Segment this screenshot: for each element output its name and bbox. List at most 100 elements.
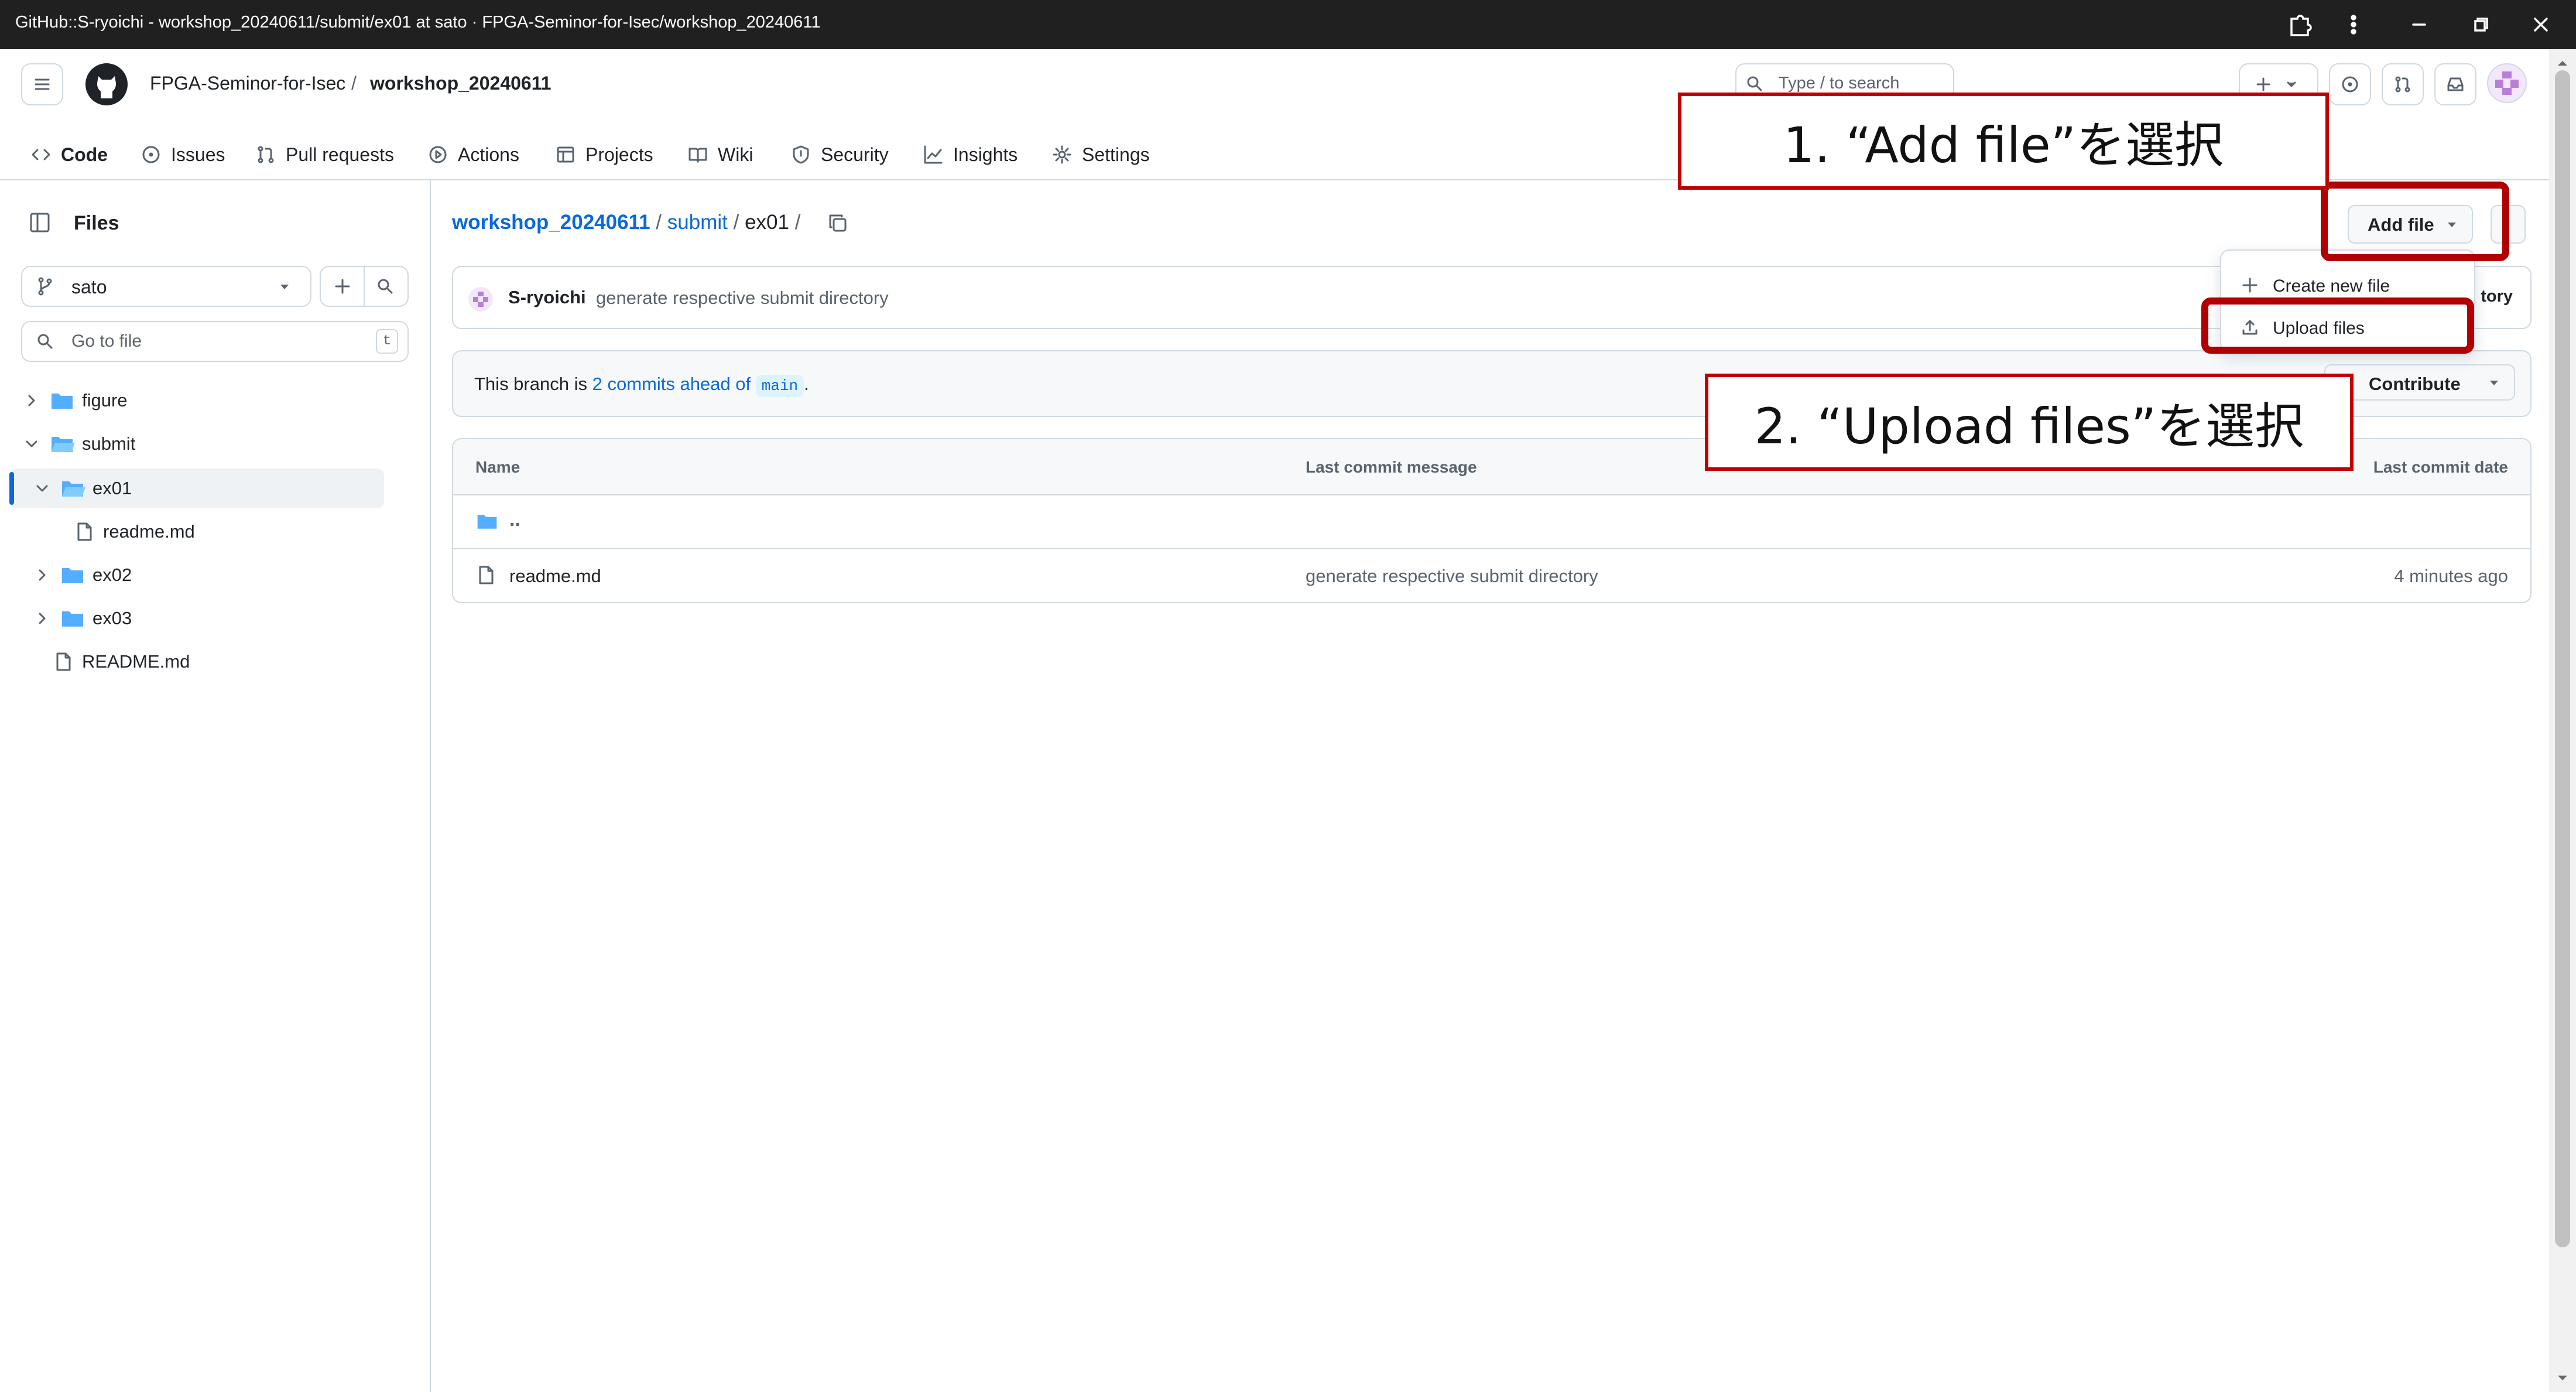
- breadcrumb-submit-link[interactable]: submit: [667, 211, 728, 234]
- plus-icon: [2242, 278, 2258, 293]
- tree-label: submit: [82, 433, 136, 454]
- tab-security[interactable]: Security: [790, 131, 889, 178]
- commit-message[interactable]: generate respective submit directory: [596, 288, 889, 309]
- annotation-frame-add-file: [2321, 182, 2509, 261]
- branch-notice-text: This branch is 2 commits ahead of main.: [474, 374, 809, 397]
- tab-pull-requests[interactable]: Pull requests: [255, 131, 394, 178]
- breadcrumb-separator: /: [351, 73, 357, 94]
- column-header-name: Name: [475, 458, 520, 476]
- more-menu-icon[interactable]: [2337, 8, 2370, 41]
- folder-open-icon: [52, 437, 75, 452]
- tab-actions-label: Actions: [458, 143, 519, 165]
- file-icon: [56, 652, 71, 671]
- commit-author-avatar[interactable]: [468, 287, 493, 312]
- window-title: GitHub::S-ryoichi - workshop_20240611/su…: [15, 13, 821, 32]
- restore-icon[interactable]: [2465, 8, 2498, 41]
- issues-header-button[interactable]: [2329, 63, 2371, 105]
- tab-settings[interactable]: Settings: [1051, 131, 1150, 178]
- branch-name: sato: [71, 276, 107, 297]
- folder-open-icon: [62, 481, 85, 497]
- avatar[interactable]: [2487, 63, 2527, 103]
- scrollbar-thumb[interactable]: [2555, 70, 2570, 1247]
- file-tree-sidebar: Files sato Go to file t figure submit ex…: [0, 180, 431, 1392]
- tree-folder-submit[interactable]: submit: [21, 426, 135, 461]
- add-file-sidebar-button[interactable]: [321, 267, 365, 306]
- chevron-down-icon: [36, 485, 48, 492]
- collapse-sidebar-icon[interactable]: [28, 211, 52, 234]
- parent-dir-link[interactable]: ..: [509, 508, 520, 531]
- folder-icon: [62, 611, 83, 627]
- extensions-icon[interactable]: [2283, 8, 2316, 41]
- tab-issues-label: Issues: [171, 143, 225, 165]
- shield-icon: [793, 145, 809, 164]
- scroll-up-icon: [2558, 61, 2567, 66]
- breadcrumb: workshop_20240611 / submit / ex01 /: [452, 211, 800, 234]
- github-logo-icon[interactable]: [84, 62, 129, 107]
- search-icon: [37, 334, 53, 349]
- file-name-link[interactable]: readme.md: [509, 566, 601, 587]
- pull-requests-header-button[interactable]: [2382, 63, 2424, 105]
- menu-item-label: Create new file: [2273, 276, 2390, 296]
- tab-code-label: Code: [61, 143, 108, 165]
- tree-file-readme[interactable]: readme.md: [74, 514, 195, 549]
- search-icon: [1747, 76, 1762, 91]
- tree-folder-ex02[interactable]: ex02: [32, 558, 132, 593]
- tab-insights[interactable]: Insights: [923, 131, 1018, 178]
- tab-projects[interactable]: Projects: [555, 131, 653, 178]
- chevron-right-icon: [39, 613, 46, 624]
- file-icon: [479, 566, 494, 584]
- search-files-button[interactable]: [365, 267, 407, 306]
- close-window-icon[interactable]: [2524, 8, 2557, 41]
- tab-settings-label: Settings: [1082, 143, 1150, 165]
- tab-insights-label: Insights: [953, 143, 1018, 165]
- window-title-bar: GitHub::S-ryoichi - workshop_20240611/su…: [0, 0, 2576, 49]
- hamburger-menu-button[interactable]: [21, 63, 63, 105]
- pull-request-icon: [258, 146, 274, 163]
- tree-label: ex01: [93, 478, 132, 498]
- selected-row-indicator: [9, 472, 14, 505]
- tab-issues[interactable]: Issues: [141, 131, 225, 178]
- folder-icon: [52, 394, 73, 409]
- breadcrumb-repo-link[interactable]: workshop_20240611: [452, 211, 650, 234]
- branch-selector[interactable]: sato: [21, 266, 311, 307]
- file-commit-date: 4 minutes ago: [2394, 566, 2508, 586]
- copy-path-icon[interactable]: [827, 212, 849, 234]
- tab-wiki[interactable]: Wiki: [687, 131, 753, 178]
- file-commit-message[interactable]: generate respective submit directory: [1306, 566, 1598, 587]
- branch-notice-prefix: This branch is: [474, 374, 587, 394]
- shortcut-key: t: [376, 329, 398, 354]
- table-row-parent[interactable]: ..: [453, 495, 2530, 549]
- tree-folder-ex01[interactable]: ex01: [32, 471, 132, 506]
- breadcrumb-sep: /: [733, 211, 739, 234]
- column-header-date: Last commit date: [2373, 458, 2508, 476]
- annotation-step-2: 2. “Upload files”を選択: [1705, 374, 2354, 471]
- search-placeholder: Type / to search: [1779, 74, 1900, 93]
- tree-file-readme-root[interactable]: README.md: [53, 644, 190, 679]
- code-icon: [32, 149, 50, 160]
- chevron-right-icon: [39, 569, 46, 581]
- go-to-file-input[interactable]: Go to file t: [21, 321, 409, 362]
- minimize-icon[interactable]: [2403, 8, 2435, 41]
- inbox-button[interactable]: [2434, 63, 2476, 105]
- gear-icon: [1053, 145, 1071, 164]
- graph-icon: [924, 145, 943, 164]
- tree-folder-ex03[interactable]: ex03: [32, 601, 132, 636]
- annotation-frame-upload-files: [2201, 297, 2474, 354]
- table-row[interactable]: readme.md generate respective submit dir…: [453, 549, 2530, 602]
- tree-label: readme.md: [103, 521, 195, 542]
- page-scrollbar[interactable]: [2549, 49, 2576, 1392]
- tree-folder-figure[interactable]: figure: [21, 383, 128, 418]
- repo-link[interactable]: workshop_20240611: [370, 73, 551, 94]
- commit-author[interactable]: S-ryoichi: [508, 287, 586, 308]
- tab-actions[interactable]: Actions: [427, 131, 519, 178]
- tree-label: README.md: [82, 651, 190, 672]
- folder-icon: [62, 568, 83, 583]
- tree-label: ex03: [93, 608, 132, 628]
- tab-security-label: Security: [821, 143, 889, 165]
- column-header-message: Last commit message: [1306, 458, 1477, 476]
- breadcrumb-current: ex01: [745, 211, 789, 234]
- tab-code[interactable]: Code: [30, 131, 108, 178]
- history-link-fragment[interactable]: tory: [2481, 287, 2513, 306]
- owner-link[interactable]: FPGA-Seminor-for-Isec: [150, 73, 345, 94]
- commits-ahead-link[interactable]: 2 commits ahead of: [592, 374, 751, 394]
